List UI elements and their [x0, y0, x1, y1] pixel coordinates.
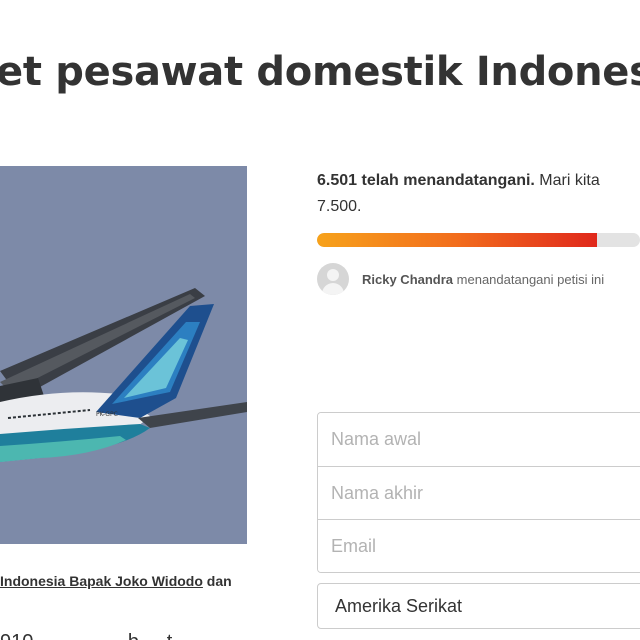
caption-link[interactable]: Indonesia Bapak Joko Widodo — [0, 573, 203, 589]
signature-progress-bar — [317, 233, 640, 247]
name-email-group — [317, 412, 640, 573]
email-field[interactable] — [318, 519, 640, 572]
body-text-cutoff: 910 ... ... ... ... b ... t — [0, 630, 260, 640]
recent-signer-name: Ricky Chandra — [362, 271, 454, 287]
recent-signer-text: Ricky Chandra menandatangani petisi ini — [362, 272, 604, 287]
first-name-field[interactable] — [318, 413, 640, 466]
country-select[interactable]: Amerika Serikat — [317, 583, 640, 629]
avatar — [317, 263, 349, 295]
petition-title: et pesawat domestik Indonesia — [0, 49, 640, 95]
photo-caption: Indonesia Bapak Joko Widodo dan — [0, 571, 300, 591]
recent-signer: Ricky Chandra menandatangani petisi ini — [317, 263, 640, 295]
svg-text:PK-GPC: PK-GPC — [96, 411, 118, 418]
caption-suffix: dan — [202, 573, 232, 589]
signature-cta: Mari kita — [534, 172, 600, 189]
airplane-image: PK-GPC — [0, 166, 247, 544]
last-name-field[interactable] — [318, 466, 640, 519]
signature-progress-fill — [317, 233, 597, 247]
signature-summary: 6.501 telah menandatangani. Mari kita 7.… — [317, 168, 640, 228]
recent-signer-action: menandatangani petisi ini — [453, 271, 605, 287]
signature-goal: 7.500. — [317, 198, 362, 215]
petition-photo: PK-GPC — [0, 166, 247, 544]
signature-count: 6.501 telah menandatangani. — [317, 172, 535, 189]
sign-form: Amerika Serikat — [317, 412, 640, 629]
